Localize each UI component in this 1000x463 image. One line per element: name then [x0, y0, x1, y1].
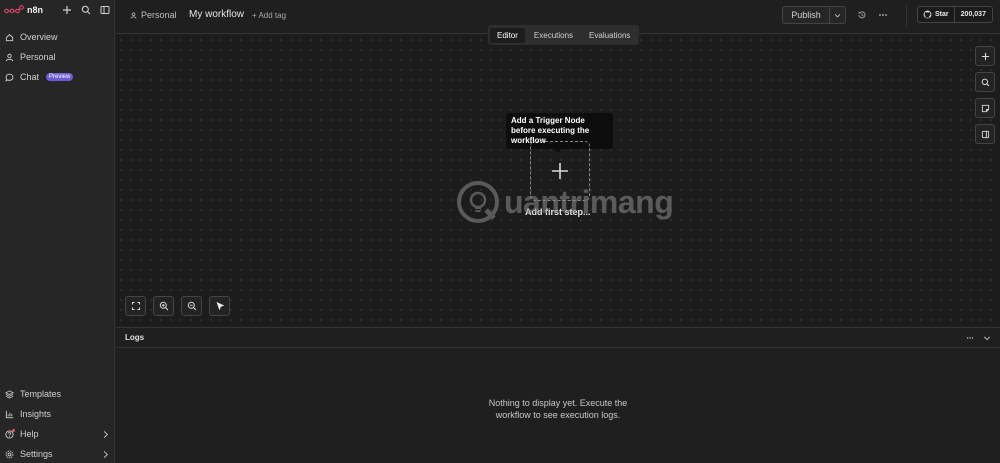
tab-evaluations[interactable]: Evaluations: [582, 28, 637, 43]
add-first-step-button[interactable]: [530, 141, 590, 201]
help-notification-dot: [5, 428, 15, 439]
n8n-logo-icon: [4, 5, 24, 14]
publish-button-group: Publish: [782, 6, 846, 24]
sidebar-item-overview[interactable]: Overview: [0, 27, 115, 47]
plus-icon: [552, 163, 568, 179]
user-icon: [5, 53, 14, 61]
github-star-button[interactable]: Star 200,037: [917, 6, 993, 23]
sidebar-item-insights[interactable]: Insights: [0, 404, 115, 424]
sidebar-toggle-icon: [100, 6, 110, 14]
user-icon: [130, 12, 137, 19]
collapse-sidebar-button[interactable]: [100, 5, 110, 15]
publish-button[interactable]: Publish: [783, 10, 829, 20]
canvas-right-toolbar: [975, 46, 995, 144]
add-tag-button[interactable]: + Add tag: [252, 11, 286, 20]
fullscreen-icon: [131, 302, 140, 310]
search-icon: [81, 5, 91, 15]
templates-icon: [5, 389, 14, 399]
sidebar-item-label: Overview: [20, 32, 58, 42]
github-icon: [923, 10, 932, 19]
search-button[interactable]: [81, 5, 91, 15]
sidebar-nav-bottom: Templates Insights Help Settings: [0, 384, 115, 463]
preview-badge: Preview: [46, 73, 74, 81]
toggle-panel-button[interactable]: [975, 124, 995, 144]
panel-right-icon: [981, 130, 989, 138]
search-icon: [981, 78, 989, 86]
add-button[interactable]: [62, 5, 72, 15]
view-tabs: Editor Executions Evaluations: [488, 25, 640, 45]
zoom-in-icon: [159, 301, 168, 311]
breadcrumb-project-label: Personal: [141, 10, 177, 20]
sidebar-item-label: Personal: [20, 52, 56, 62]
search-nodes-button[interactable]: [975, 72, 995, 92]
logs-empty-line: workflow to see execution logs.: [495, 410, 621, 420]
sidebar: n8n Overview Personal Chat Preview Templ…: [0, 0, 115, 463]
tab-editor[interactable]: Editor: [490, 27, 525, 43]
logs-header: Logs: [116, 328, 1000, 348]
sidebar-item-label: Templates: [20, 389, 62, 399]
chevron-right-icon: [103, 450, 109, 458]
app-root: n8n Overview Personal Chat Preview Templ…: [0, 0, 1000, 463]
sticky-note-icon: [981, 104, 989, 112]
app-name: n8n: [27, 5, 44, 15]
more-options-icon[interactable]: [878, 10, 888, 20]
zoom-out-button[interactable]: [181, 296, 202, 316]
sidebar-item-personal[interactable]: Personal: [0, 47, 115, 67]
add-first-step-label: Add first step...: [525, 207, 591, 217]
sidebar-item-label: Chat: [20, 72, 40, 82]
sidebar-item-help[interactable]: Help: [0, 424, 115, 444]
sidebar-item-label: Insights: [20, 409, 52, 419]
chat-icon: [5, 73, 14, 82]
plus-icon: [981, 52, 989, 60]
select-tool-button[interactable]: [209, 296, 230, 316]
zoom-out-icon: [187, 301, 196, 311]
insights-icon: [5, 410, 14, 418]
app-logo[interactable]: n8n: [4, 5, 43, 15]
chevron-right-icon: [103, 430, 109, 438]
logs-empty-line: Nothing to display yet. Execute the: [488, 398, 628, 408]
sidebar-item-chat[interactable]: Chat Preview: [0, 67, 115, 87]
publish-dropdown-button[interactable]: [829, 7, 845, 23]
workflow-canvas[interactable]: Add a Trigger Node before executing the …: [116, 35, 1000, 326]
sidebar-item-templates[interactable]: Templates: [0, 384, 115, 404]
pointer-icon: [215, 301, 224, 311]
github-star-label: Star: [935, 11, 949, 18]
logs-empty-message: Nothing to display yet. Execute the work…: [116, 397, 1000, 421]
sidebar-item-settings[interactable]: Settings: [0, 444, 115, 463]
chevron-down-icon[interactable]: [983, 334, 991, 342]
workflow-name[interactable]: My workflow: [189, 9, 244, 20]
home-icon: [5, 33, 14, 41]
history-icon[interactable]: [857, 10, 867, 20]
add-node-button[interactable]: [975, 46, 995, 66]
sidebar-item-label: Settings: [20, 449, 53, 459]
logs-title: Logs: [125, 333, 145, 342]
logs-panel: Logs Nothing to display yet. Execute the…: [116, 327, 1000, 463]
settings-icon: [5, 450, 14, 458]
sidebar-header: n8n: [0, 0, 114, 20]
plus-icon: [63, 6, 71, 14]
canvas-zoom-toolbar: [125, 296, 230, 316]
sidebar-nav-top: Overview Personal Chat Preview: [0, 27, 115, 87]
more-options-icon[interactable]: [966, 334, 974, 342]
fit-view-button[interactable]: [125, 296, 146, 316]
sidebar-item-label: Help: [20, 429, 39, 439]
breadcrumb-project[interactable]: Personal: [130, 10, 177, 20]
help-icon: [5, 429, 14, 439]
tab-executions[interactable]: Executions: [527, 28, 580, 43]
chevron-down-icon: [834, 13, 841, 17]
zoom-in-button[interactable]: [153, 296, 174, 316]
github-star-count: 200,037: [960, 11, 986, 18]
top-bar-divider: [906, 4, 907, 28]
sticky-note-button[interactable]: [975, 98, 995, 118]
